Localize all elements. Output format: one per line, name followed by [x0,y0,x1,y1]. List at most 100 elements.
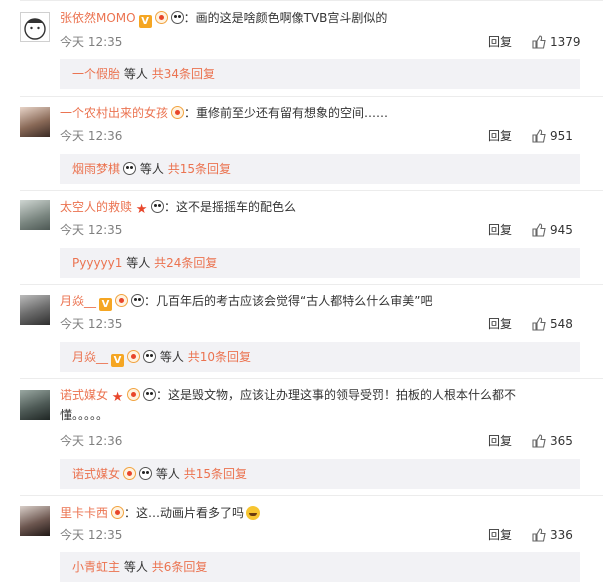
sub-reply-count[interactable]: 共10条回复 [188,350,251,364]
fan-badge-icon [154,11,168,24]
sub-reply-count[interactable]: 共15条回复 [184,467,247,481]
like-count: 1379 [550,35,581,49]
username-link[interactable]: 里卡卡西 [60,506,108,520]
sub-reply-user[interactable]: 诺式媒女 [72,467,120,481]
vip-badge-icon: V [138,15,152,28]
thumbs-up-icon [532,129,546,143]
face-sketch-icon [24,18,46,40]
sub-reply-mid: 等人 [123,560,148,574]
sub-reply-count[interactable]: 共6条回复 [152,560,208,574]
sub-reply-user[interactable]: 烟雨梦棋 [72,162,120,176]
sub-reply-user[interactable]: 月焱__ [72,350,108,364]
divider [20,284,603,285]
thumbs-up-icon [532,35,546,49]
username-link[interactable]: 诺式媒女 [60,388,108,402]
like-count: 548 [550,317,573,331]
sub-replies-summary[interactable]: 一个假胎 等人 共34条回复 [60,59,580,89]
comment-text: ：这不是摇摇车的配色么 [164,200,297,214]
laughing-emoji-icon [246,506,261,520]
comment-time: 今天 12:36 [60,434,123,448]
vip-badge-icon: V [111,354,125,367]
reply-button[interactable]: 回复 [488,222,512,238]
avatar[interactable] [20,200,50,230]
fan-badge-icon [115,294,129,307]
comment-text: ：这…动画片看多了吗 [124,506,245,520]
sub-reply-mid: 等人 [123,67,148,81]
star-badge-icon: ★ [111,390,124,405]
avatar[interactable] [20,295,50,325]
fan-badge-icon [127,350,141,363]
panda-badge-icon [170,11,184,24]
like-button[interactable]: 1379 [532,34,581,50]
comment-line: 月焱__ V ：几百年后的考古应该会觉得“古人都特么什么审美”吧 [60,291,583,311]
star-badge-icon: ★ [135,202,148,217]
avatar[interactable] [20,107,50,137]
like-button[interactable]: 951 [532,128,573,144]
reply-button[interactable]: 回复 [488,527,512,543]
comment-time: 今天 12:35 [60,528,123,542]
fan-badge-icon [111,506,125,519]
divider [20,96,603,97]
panda-badge-icon [143,388,157,401]
avatar[interactable] [20,506,50,536]
reply-button[interactable]: 回复 [488,316,512,332]
thumbs-up-icon [532,434,546,448]
fan-badge-icon [127,388,141,401]
sub-reply-mid: 等人 [155,467,180,481]
comment-text: ：画的这是啥颜色啊像TVB宫斗剧似的 [183,11,388,25]
reply-button[interactable]: 回复 [488,433,512,449]
panda-badge-icon [143,350,157,363]
vip-badge-icon: V [99,298,113,311]
like-count: 945 [550,223,573,237]
comment-line: 张依然MOMO V ：画的这是啥颜色啊像TVB宫斗剧似的 [60,8,583,28]
thumbs-up-icon [532,317,546,331]
sub-replies-summary[interactable]: 小青虹主 等人 共6条回复 [60,552,580,582]
reply-button[interactable]: 回复 [488,34,512,50]
panda-badge-icon [139,467,153,480]
like-button[interactable]: 548 [532,316,573,332]
like-button[interactable]: 365 [532,433,573,449]
sub-replies-summary[interactable]: Pyyyyy1 等人 共24条回复 [60,248,580,278]
sub-reply-user[interactable]: 一个假胎 [72,67,120,81]
sub-reply-user[interactable]: 小青虹主 [72,560,120,574]
sub-replies-summary[interactable]: 月焱__ V 等人 共10条回复 [60,342,580,372]
fan-badge-icon [123,467,137,480]
comment-line: 诺式媒女 ★ ：这是毁文物，应该让办理这事的领导受罚！拍板的人根本什么都不懂。。。。… [60,385,540,425]
comment-line: 里卡卡西 ：这…动画片看多了吗 [60,503,583,523]
panda-badge-icon [151,200,165,213]
reply-button[interactable]: 回复 [488,128,512,144]
comment-time: 今天 12:35 [60,35,123,49]
thumbs-up-icon [532,223,546,237]
comment-time: 今天 12:36 [60,129,123,143]
sub-reply-mid: 等人 [126,256,151,270]
sub-reply-count[interactable]: 共34条回复 [152,67,215,81]
like-count: 336 [550,528,573,542]
sub-replies-summary[interactable]: 诺式媒女 等人 共15条回复 [60,459,580,489]
avatar[interactable] [20,12,50,42]
sub-reply-mid: 等人 [139,162,164,176]
sub-reply-user[interactable]: Pyyyyy1 [72,256,122,270]
username-link[interactable]: 月焱__ [60,294,96,308]
username-link[interactable]: 一个农村出来的女孩 [60,106,168,120]
comment-text: ：重修前至少还有留有想象的空间…… [184,106,389,120]
comment-text: ：几百年后的考古应该会觉得“古人都特么什么审美”吧 [144,294,433,308]
thumbs-up-icon [532,528,546,542]
panda-badge-icon [123,162,137,175]
username-link[interactable]: 张依然MOMO [60,11,136,25]
like-count: 365 [550,434,573,448]
like-count: 951 [550,129,573,143]
divider [20,190,603,191]
username-link[interactable]: 太空人的救赎 [60,200,132,214]
panda-badge-icon [131,294,145,307]
like-button[interactable]: 945 [532,222,573,238]
sub-reply-count[interactable]: 共15条回复 [168,162,231,176]
comment-line: 一个农村出来的女孩 ：重修前至少还有留有想象的空间…… [60,103,583,123]
sub-reply-count[interactable]: 共24条回复 [154,256,217,270]
comment-time: 今天 12:35 [60,317,123,331]
sub-reply-mid: 等人 [159,350,184,364]
avatar[interactable] [20,390,50,420]
sub-replies-summary[interactable]: 烟雨梦棋 等人 共15条回复 [60,154,580,184]
divider [20,0,603,1]
like-button[interactable]: 336 [532,527,573,543]
comment-time: 今天 12:35 [60,223,123,237]
